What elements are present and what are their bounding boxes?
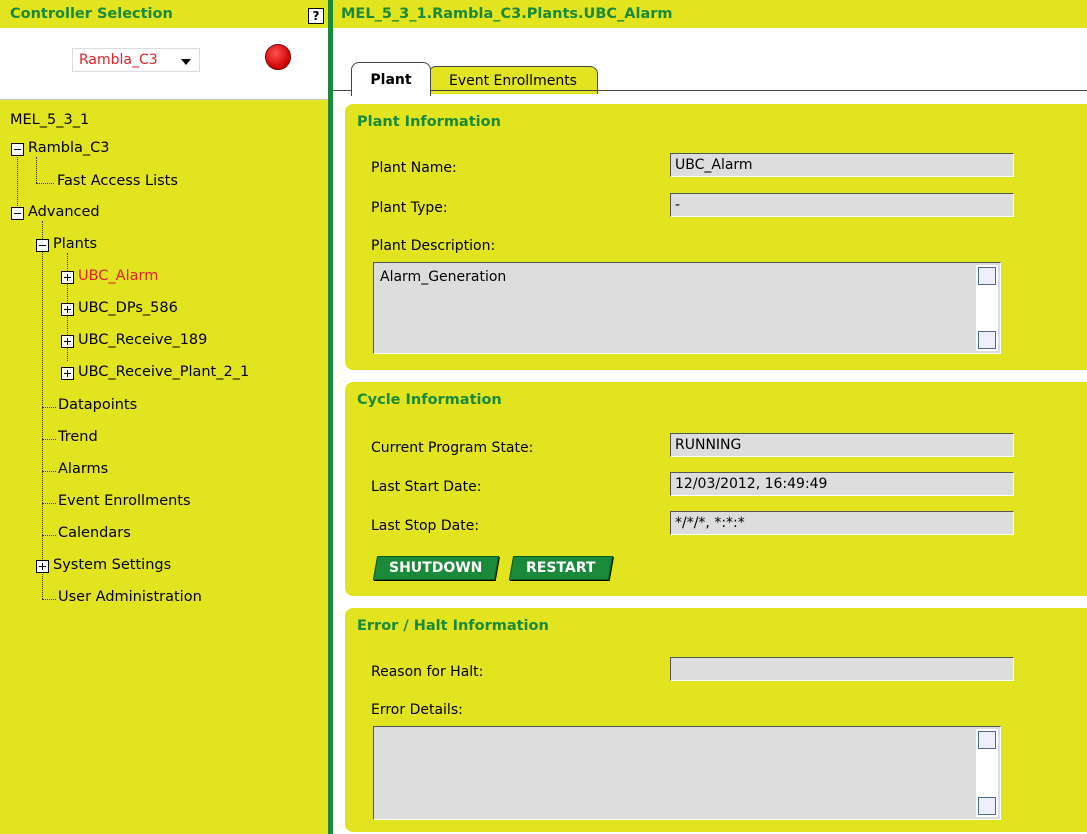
error-halt-panel: Error / Halt Information Reason for Halt… [345, 608, 1087, 832]
last-start-label: Last Start Date: [371, 479, 482, 495]
plant-name-label: Plant Name: [371, 160, 457, 176]
expand-icon[interactable] [61, 303, 74, 316]
restart-button[interactable]: RESTART [508, 556, 614, 580]
collapse-icon[interactable] [36, 239, 49, 252]
error-details-label: Error Details: [371, 702, 463, 718]
plant-description-text: Alarm_Generation [380, 269, 507, 285]
tree-item-ubc-alarm[interactable]: UBC_Alarm [78, 268, 158, 284]
tree-item-trend[interactable]: Trend [58, 429, 98, 445]
scrollbar[interactable] [976, 265, 998, 351]
last-stop-label: Last Stop Date: [371, 518, 480, 534]
tree-item-ubc-dps[interactable]: UBC_DPs_586 [78, 300, 178, 316]
expand-icon[interactable] [61, 271, 74, 284]
app-window: Controller Selection ? Rambla_C3 MEL_5_3… [0, 0, 1087, 834]
tree-item-event-enrollments[interactable]: Event Enrollments [58, 493, 191, 509]
error-details-field[interactable] [373, 726, 1001, 820]
expand-icon[interactable] [36, 560, 49, 573]
tree-item-ubc-receive[interactable]: UBC_Receive_189 [78, 332, 207, 348]
collapse-icon[interactable] [11, 143, 24, 156]
tree-item-alarms[interactable]: Alarms [58, 461, 108, 477]
chevron-down-icon [181, 59, 191, 65]
shutdown-button-label: SHUTDOWN [389, 560, 483, 576]
tree-item-root[interactable]: MEL_5_3_1 [10, 112, 89, 128]
tree-item-user-admin[interactable]: User Administration [58, 589, 202, 605]
error-halt-title: Error / Halt Information [357, 618, 549, 634]
tree-item-fast-access[interactable]: Fast Access Lists [57, 173, 178, 189]
collapse-icon[interactable] [11, 207, 24, 220]
halt-reason-label: Reason for Halt: [371, 664, 484, 680]
tree-item-datapoints[interactable]: Datapoints [58, 397, 137, 413]
tree-item-advanced[interactable]: Advanced [28, 204, 100, 220]
shutdown-button[interactable]: SHUTDOWN [372, 556, 500, 580]
plant-type-label: Plant Type: [371, 200, 448, 216]
breadcrumb: MEL_5_3_1.Rambla_C3.Plants.UBC_Alarm [341, 6, 673, 22]
status-indicator-icon [265, 44, 291, 70]
controller-header: Controller Selection ? [0, 0, 328, 28]
scrollbar[interactable] [976, 729, 998, 817]
controller-select[interactable]: Rambla_C3 [72, 48, 200, 72]
navigation-tree: MEL_5_3_1 Rambla_C3 Fast Access Lists Ad… [0, 100, 328, 834]
plant-information-panel: Plant Information Plant Name: UBC_Alarm … [345, 104, 1087, 370]
plant-description-field[interactable]: Alarm_Generation [373, 262, 1001, 354]
plant-name-field: UBC_Alarm [670, 153, 1014, 177]
plant-description-label: Plant Description: [371, 238, 496, 254]
controller-select-value: Rambla_C3 [79, 52, 158, 68]
tab-underline [333, 90, 1087, 91]
last-stop-field: */*/*, *:*:* [670, 511, 1014, 535]
scroll-up-button[interactable] [978, 731, 996, 749]
tree-item-system-settings[interactable]: System Settings [53, 557, 171, 573]
controller-pane: Controller Selection ? Rambla_C3 MEL_5_3… [0, 0, 328, 834]
halt-reason-field [670, 657, 1014, 681]
tree-item-ubc-receive-plant[interactable]: UBC_Receive_Plant_2_1 [78, 364, 249, 380]
expand-icon[interactable] [61, 367, 74, 380]
cycle-information-panel: Cycle Information Current Program State:… [345, 382, 1087, 596]
tab-plant[interactable]: Plant [351, 62, 431, 96]
program-state-label: Current Program State: [371, 440, 534, 456]
program-state-field: RUNNING [670, 433, 1014, 457]
expand-icon[interactable] [61, 335, 74, 348]
help-button[interactable]: ? [308, 8, 324, 24]
tree-item-rambla[interactable]: Rambla_C3 [28, 140, 110, 156]
breadcrumb-bar: MEL_5_3_1.Rambla_C3.Plants.UBC_Alarm [333, 0, 1087, 28]
plant-information-title: Plant Information [357, 114, 501, 130]
tab-bar: Event Enrollments Plant [333, 60, 1087, 100]
tree-item-calendars[interactable]: Calendars [58, 525, 131, 541]
restart-button-label: RESTART [526, 560, 596, 576]
scroll-down-button[interactable] [978, 331, 996, 349]
controller-selector-row: Rambla_C3 [0, 28, 328, 100]
plant-type-field: - [670, 193, 1014, 217]
last-start-field: 12/03/2012, 16:49:49 [670, 472, 1014, 496]
tree-item-plants[interactable]: Plants [53, 236, 97, 252]
controller-title: Controller Selection [10, 6, 173, 22]
scroll-up-button[interactable] [978, 267, 996, 285]
detail-pane: MEL_5_3_1.Rambla_C3.Plants.UBC_Alarm Eve… [333, 0, 1087, 834]
scroll-down-button[interactable] [978, 797, 996, 815]
cycle-information-title: Cycle Information [357, 392, 502, 408]
